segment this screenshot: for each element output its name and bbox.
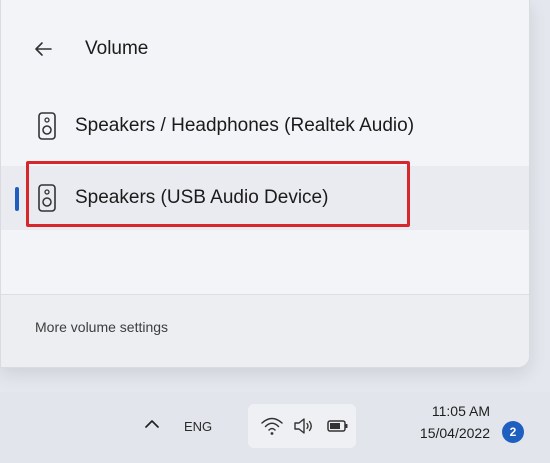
flyout-title: Volume: [85, 38, 149, 59]
flyout-header: Volume: [1, 22, 529, 82]
back-arrow-icon: [35, 42, 52, 56]
language-indicator[interactable]: ENG: [184, 419, 212, 434]
back-button[interactable]: [31, 34, 55, 64]
more-volume-settings-link[interactable]: More volume settings: [35, 319, 168, 335]
device-label: Speakers / Headphones (Realtek Audio): [75, 115, 415, 136]
speaker-icon: [38, 184, 56, 212]
speaker-icon: [38, 112, 56, 140]
battery-icon: [327, 420, 348, 432]
quick-settings-button[interactable]: [248, 404, 356, 448]
volume-flyout: Volume Speakers / Headphones (Realtek Au…: [0, 0, 530, 368]
screen: Volume Speakers / Headphones (Realtek Au…: [0, 0, 550, 463]
clock[interactable]: 11:05 AM 15/04/2022: [368, 400, 490, 444]
device-item-realtek[interactable]: Speakers / Headphones (Realtek Audio): [1, 94, 529, 158]
device-item-usb-audio[interactable]: Speakers (USB Audio Device): [1, 166, 529, 230]
device-label: Speakers (USB Audio Device): [75, 187, 329, 208]
selected-indicator: [15, 187, 19, 211]
volume-icon: [294, 418, 312, 434]
notification-badge[interactable]: 2: [502, 421, 524, 443]
wifi-icon: [261, 417, 283, 435]
clock-time: 11:05 AM: [431, 403, 490, 419]
clock-date: 15/04/2022: [419, 425, 490, 441]
taskbar: ENG 11:05 AM 15/04/2022 2: [0, 392, 550, 463]
show-hidden-icons-button[interactable]: [140, 412, 164, 436]
chevron-up-icon: [145, 420, 159, 428]
flyout-footer: More volume settings: [1, 295, 529, 367]
